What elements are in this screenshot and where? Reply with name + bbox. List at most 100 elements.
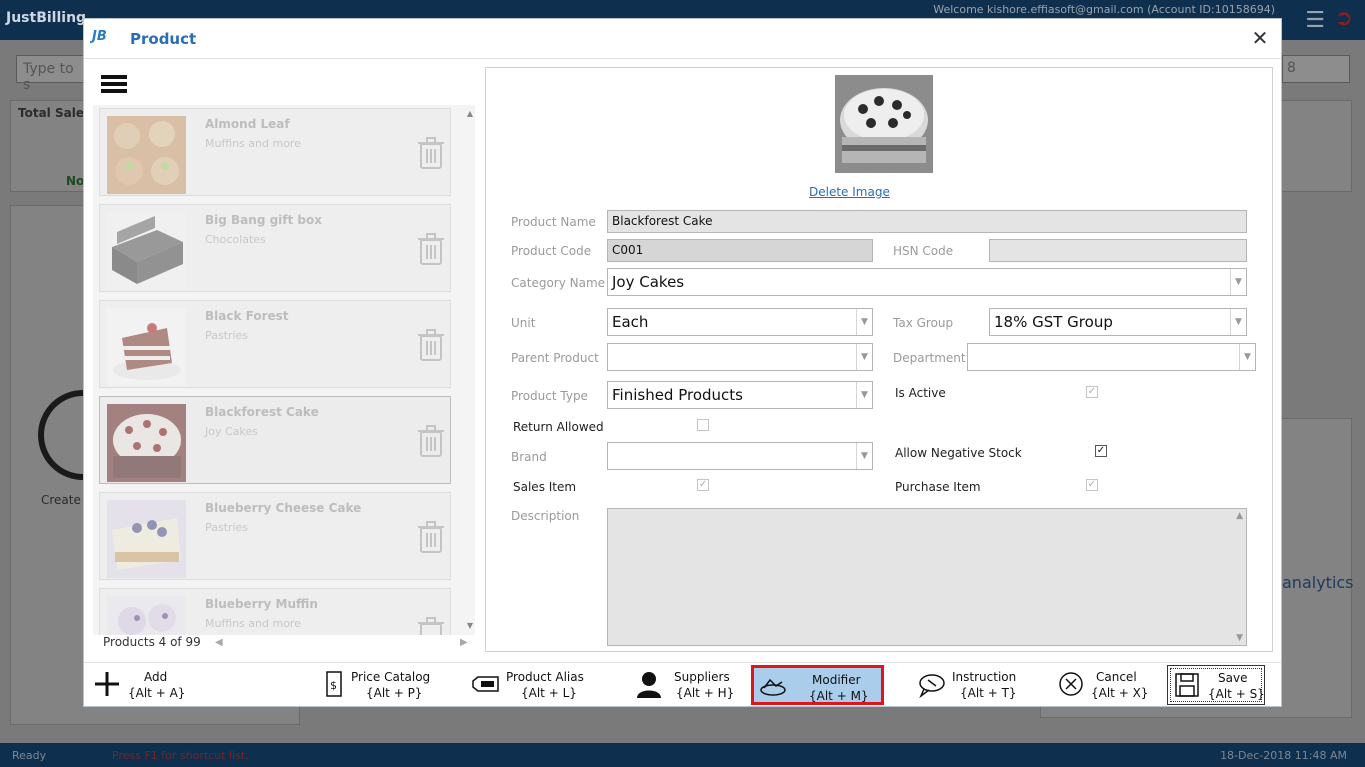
is-active-checkbox[interactable]: ✓ — [1086, 386, 1098, 398]
jb-logo-icon: JB — [92, 29, 107, 44]
add-shortcut: {Alt + A} — [128, 686, 186, 700]
parent-product-label: Parent Product — [511, 351, 599, 365]
scroll-right-icon[interactable]: ▶ — [460, 637, 468, 648]
unit-value: Each — [612, 313, 649, 331]
instruction-label: Instruction — [952, 670, 1017, 684]
modifier-button[interactable]: Modifier {Alt + M} — [751, 665, 884, 705]
department-label: Department — [893, 351, 966, 365]
trash-icon[interactable] — [418, 617, 444, 635]
add-label: Add — [144, 670, 168, 684]
scroll-left-icon[interactable]: ◀ — [215, 637, 223, 648]
product-category: Muffins and more — [205, 137, 301, 150]
svg-text:$: $ — [330, 679, 337, 692]
product-alias-label: Product Alias — [506, 670, 584, 684]
trash-icon[interactable] — [418, 425, 444, 457]
instruction-button[interactable]: Instruction {Alt + T} — [912, 665, 1032, 705]
modifier-icon — [760, 678, 786, 696]
cancel-shortcut: {Alt + X} — [1091, 686, 1149, 700]
allow-negative-stock-checkbox[interactable]: ✓ — [1095, 445, 1107, 457]
hsn-code-label: HSN Code — [893, 244, 954, 258]
product-name: Black Forest — [205, 309, 289, 323]
product-list-panel: Almond Leaf Muffins and more Big Bang gi… — [93, 67, 475, 653]
product-type-select[interactable]: Finished Products ▼ — [607, 381, 873, 409]
department-select[interactable]: ▼ — [967, 343, 1256, 371]
category-name-select[interactable]: Joy Cakes ▼ — [607, 268, 1247, 296]
app-logo: JustBilling — [6, 10, 87, 26]
chevron-down-icon: ▼ — [856, 382, 872, 408]
product-name-field[interactable]: Blackforest Cake — [607, 210, 1247, 233]
background-select-value: 8 — [1287, 60, 1296, 76]
trash-icon[interactable] — [418, 329, 444, 361]
hsn-code-field[interactable] — [989, 239, 1247, 262]
brand-select[interactable]: ▼ — [607, 442, 873, 470]
save-button[interactable]: Save {Alt + S} — [1167, 665, 1265, 705]
status-bar: Ready Press F1 for shortcut list. 18-Dec… — [0, 743, 1365, 767]
modifier-label: Modifier — [812, 673, 861, 687]
status-hint: Press F1 for shortcut list. — [112, 749, 249, 762]
list-item[interactable]: Black Forest Pastries — [99, 300, 451, 388]
trash-icon[interactable] — [418, 233, 444, 265]
hamburger-icon[interactable]: ☰ — [1305, 8, 1325, 33]
analytics-label: analytics — [1282, 573, 1354, 592]
suppliers-button[interactable]: Suppliers {Alt + H} — [630, 665, 740, 705]
list-item[interactable]: Almond Leaf Muffins and more — [99, 108, 451, 196]
scroll-down-icon[interactable]: ▼ — [465, 621, 475, 631]
list-vertical-scrollbar[interactable]: ▲ ▼ — [465, 105, 475, 635]
cancel-button[interactable]: Cancel {Alt + X} — [1052, 665, 1152, 705]
alias-tag-icon — [472, 676, 499, 692]
logout-icon[interactable]: ➲ — [1335, 6, 1353, 31]
list-toolbar — [93, 67, 475, 105]
chevron-down-icon: ▼ — [1230, 309, 1246, 335]
tax-group-label: Tax Group — [893, 316, 954, 330]
category-name-label: Category Name — [511, 276, 606, 290]
close-icon[interactable]: ✕ — [1249, 27, 1271, 49]
product-list[interactable]: Almond Leaf Muffins and more Big Bang gi… — [93, 105, 475, 635]
product-alias-shortcut: {Alt + L} — [521, 686, 577, 700]
product-category: Pastries — [205, 329, 249, 342]
unit-select[interactable]: Each ▼ — [607, 308, 873, 336]
suppliers-shortcut: {Alt + H} — [676, 686, 735, 700]
list-item[interactable]: Blueberry Cheese Cake Pastries — [99, 492, 451, 580]
description-field[interactable]: ▲ ▼ — [607, 508, 1247, 646]
product-thumbnail — [107, 212, 186, 290]
cancel-icon — [1059, 672, 1083, 696]
product-type-value: Finished Products — [612, 386, 743, 404]
chevron-down-icon: ▼ — [1230, 269, 1246, 295]
product-code-field[interactable]: C001 — [607, 239, 873, 262]
parent-product-select[interactable]: ▼ — [607, 343, 873, 371]
background-select[interactable]: 8 — [1282, 55, 1350, 83]
return-allowed-checkbox[interactable] — [697, 419, 709, 431]
list-item[interactable]: Big Bang gift box Chocolates — [99, 204, 451, 292]
list-view-icon[interactable] — [101, 75, 127, 97]
delete-image-link[interactable]: Delete Image — [809, 185, 890, 199]
plus-icon — [95, 672, 119, 696]
scroll-up-icon[interactable]: ▲ — [465, 109, 475, 119]
trash-icon[interactable] — [418, 521, 444, 553]
sales-item-checkbox[interactable]: ✓ — [697, 479, 709, 491]
product-dialog: JB Product ✕ Almond Leaf Muffins and mor… — [83, 18, 1282, 707]
welcome-text: Welcome kishore.effiasoft@gmail.com (Acc… — [933, 3, 1275, 16]
add-button[interactable]: Add {Alt + A} — [88, 665, 208, 705]
product-alias-button[interactable]: Product Alias {Alt + L} — [466, 665, 596, 705]
list-item[interactable]: Blueberry Muffin Muffins and more — [99, 588, 451, 635]
product-type-label: Product Type — [511, 389, 588, 403]
search-input[interactable]: Type to s — [16, 55, 86, 93]
purchase-item-label: Purchase Item — [895, 480, 981, 494]
product-thumbnail — [107, 116, 186, 194]
purchase-item-checkbox[interactable]: ✓ — [1086, 479, 1098, 491]
scroll-up-icon[interactable]: ▲ — [1236, 511, 1243, 521]
scroll-down-icon[interactable]: ▼ — [1236, 633, 1243, 643]
list-item-selected[interactable]: Blackforest Cake Joy Cakes — [99, 396, 451, 484]
chevron-down-icon: ▼ — [1239, 344, 1255, 370]
chevron-down-icon: ▼ — [856, 344, 872, 370]
trash-icon[interactable] — [418, 137, 444, 169]
price-catalog-button[interactable]: $ Price Catalog {Alt + P} — [314, 665, 444, 705]
price-catalog-shortcut: {Alt + P} — [366, 686, 423, 700]
brand-label: Brand — [511, 450, 547, 464]
is-active-label: Is Active — [895, 386, 946, 400]
product-name: Blackforest Cake — [205, 405, 319, 419]
unit-label: Unit — [511, 316, 536, 330]
price-tag-icon: $ — [326, 671, 342, 697]
tax-group-select[interactable]: 18% GST Group ▼ — [989, 308, 1247, 336]
products-count: Products 4 of 99 — [103, 635, 201, 649]
